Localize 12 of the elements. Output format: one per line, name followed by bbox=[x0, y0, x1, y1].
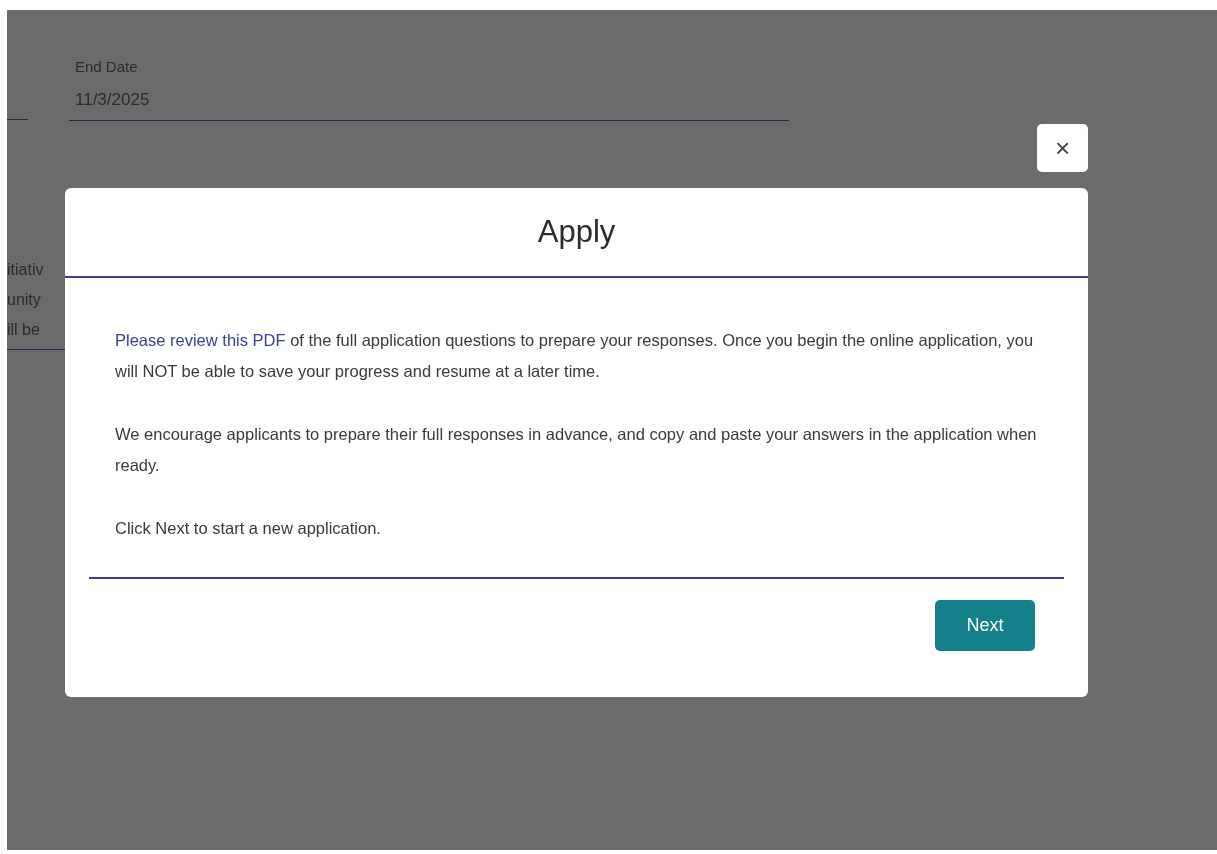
paragraph: Click Next to start a new application. bbox=[115, 518, 382, 539]
field-value: 11/3/2025 bbox=[74, 88, 151, 111]
paragraph: We encourage applicants to prepare their full responses in advance, and copy and paste your answers in the application when ready. bbox=[115, 424, 1038, 476]
text-line: itiativ bbox=[7, 260, 44, 280]
paragraph: Please review this PDF of the full application questions to prepare your responses. Once you begin the online application, you will NOT be able to save your progress and resume at a later time. bbox=[115, 330, 1035, 382]
next-button[interactable]: Next bbox=[935, 600, 1035, 651]
text-line: ill be bbox=[7, 320, 40, 340]
dialog-title: Apply bbox=[537, 212, 616, 251]
close-button[interactable]: × bbox=[1037, 124, 1088, 172]
field-label: End Date bbox=[74, 57, 139, 77]
text-line: unity bbox=[7, 290, 41, 310]
pdf-link[interactable]: Please review this PDF bbox=[115, 331, 286, 349]
